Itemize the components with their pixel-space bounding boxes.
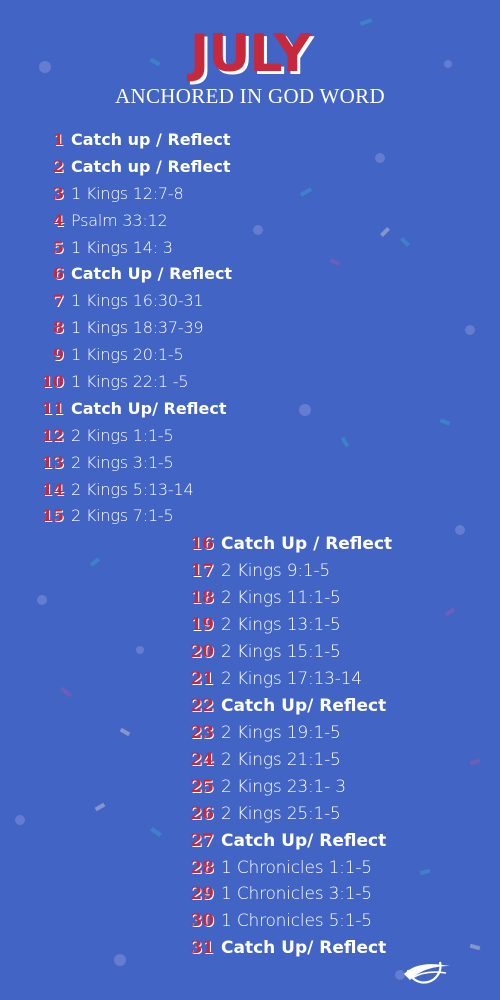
day-reading: Catch up / Reflect: [71, 156, 231, 176]
day-number: 24: [190, 749, 214, 770]
day-number: 30: [190, 911, 214, 932]
day-reading: 1 Kings 20:1-5: [71, 345, 184, 365]
list-item: 29 1 Chronicles 3:1-5: [0, 881, 392, 908]
day-reading: 2 Kings 3:1-5: [71, 452, 174, 472]
day-reading: 1 Kings 22:1 -5: [71, 371, 189, 391]
list-item: 4 Psalm 33:12: [0, 207, 232, 234]
day-reading: 2 Kings 21:1-5: [221, 749, 341, 770]
day-number: 13: [41, 452, 64, 472]
day-number: 1: [52, 129, 64, 149]
day-reading: Catch Up/ Reflect: [71, 398, 227, 418]
list-item: 20 2 Kings 15:1-5: [0, 639, 392, 666]
list-item: 15 2 Kings 7:1-5: [0, 502, 232, 529]
day-number: 20: [190, 642, 214, 663]
day-number: 21: [190, 669, 214, 690]
day-reading: 2 Kings 19:1-5: [221, 722, 341, 743]
list-item: 21 2 Kings 17:13-14: [0, 666, 392, 693]
list-item: 16 Catch Up / Reflect: [0, 531, 392, 558]
day-reading: 2 Kings 15:1-5: [221, 642, 341, 663]
list-item: 17 2 Kings 9:1-5: [0, 558, 392, 585]
day-reading: Catch Up/ Reflect: [221, 938, 387, 959]
list-item: 5 1 Kings 14: 3: [0, 234, 232, 261]
day-reading: Psalm 33:12: [71, 210, 168, 230]
day-number: 23: [190, 722, 214, 743]
day-number: 26: [190, 803, 214, 824]
day-number: 6: [52, 264, 64, 284]
list-item: 12 2 Kings 1:1-5: [0, 422, 232, 449]
day-reading: 2 Kings 17:13-14: [221, 669, 362, 690]
day-number: 22: [190, 695, 214, 716]
reading-list-right: 16 Catch Up / Reflect 17 2 Kings 9:1-5 18 2…: [0, 531, 392, 962]
list-item: 7 1 Kings 16:30-31: [0, 287, 232, 314]
day-reading: 1 Kings 14: 3: [71, 237, 173, 257]
day-number: 11: [41, 398, 64, 418]
list-item: 10 1 Kings 22:1 -5: [0, 368, 232, 395]
day-number: 17: [190, 561, 214, 582]
day-reading: 2 Kings 13:1-5: [221, 615, 341, 636]
day-reading: 1 Chronicles 5:1-5: [221, 911, 372, 932]
list-item: 25 2 Kings 23:1- 3: [0, 773, 392, 800]
day-number: 8: [52, 318, 64, 338]
list-item: 27 Catch Up/ Reflect: [0, 827, 392, 854]
day-number: 9: [52, 345, 64, 365]
day-number: 10: [41, 371, 64, 391]
list-item: 8 1 Kings 18:37-39: [0, 314, 232, 341]
day-number: 27: [190, 830, 214, 851]
list-item: 23 2 Kings 19:1-5: [0, 719, 392, 746]
list-item: 24 2 Kings 21:1-5: [0, 746, 392, 773]
day-number: 19: [190, 615, 214, 636]
list-item: 9 1 Kings 20:1-5: [0, 341, 232, 368]
day-reading: Catch up / Reflect: [71, 129, 231, 149]
list-item: 2 Catch up / Reflect: [0, 153, 232, 180]
list-item: 26 2 Kings 25:1-5: [0, 800, 392, 827]
day-reading: 2 Kings 1:1-5: [71, 425, 174, 445]
day-number: 12: [41, 425, 64, 445]
day-number: 25: [190, 776, 214, 797]
page-subtitle: ANCHORED IN GOD WORD: [115, 84, 385, 108]
list-item: 18 2 Kings 11:1-5: [0, 585, 392, 612]
list-item: 11 Catch Up/ Reflect: [0, 395, 232, 422]
day-reading: Catch Up / Reflect: [221, 534, 393, 555]
day-number: 7: [52, 291, 64, 311]
day-reading: 2 Kings 9:1-5: [221, 561, 331, 582]
day-number: 28: [190, 857, 214, 878]
list-item: 1 Catch up / Reflect: [0, 126, 232, 153]
list-item: 31 Catch Up/ Reflect: [0, 935, 392, 962]
day-reading: Catch Up / Reflect: [71, 264, 233, 284]
day-reading: 2 Kings 5:13-14: [71, 479, 194, 499]
day-reading: 2 Kings 7:1-5: [71, 506, 174, 526]
list-item: 30 1 Chronicles 5:1-5: [0, 908, 392, 935]
list-item: 14 2 Kings 5:13-14: [0, 476, 232, 503]
day-number: 3: [52, 183, 64, 203]
day-reading: 1 Chronicles 1:1-5: [221, 857, 372, 878]
day-reading: 2 Kings 11:1-5: [221, 588, 341, 609]
day-reading: 1 Kings 18:37-39: [71, 318, 204, 338]
list-item: 6 Catch Up / Reflect: [0, 260, 232, 287]
day-number: 4: [52, 210, 64, 230]
list-item: 22 Catch Up/ Reflect: [0, 693, 392, 720]
day-reading: 2 Kings 23:1- 3: [221, 776, 346, 797]
day-number: 2: [52, 156, 64, 176]
day-number: 15: [41, 506, 64, 526]
reading-list-left: 1 Catch up / Reflect 2 Catch up / Reflect …: [0, 126, 232, 529]
day-number: 5: [52, 237, 64, 257]
list-item: 3 1 Kings 12:7-8: [0, 180, 232, 207]
day-number: 18: [190, 588, 214, 609]
day-number: 31: [190, 938, 214, 959]
day-reading: 1 Kings 16:30-31: [71, 291, 204, 311]
day-reading: 1 Kings 12:7-8: [71, 183, 184, 203]
list-item: 13 2 Kings 3:1-5: [0, 449, 232, 476]
list-item: 19 2 Kings 13:1-5: [0, 612, 392, 639]
day-reading: 2 Kings 25:1-5: [221, 803, 341, 824]
day-number: 16: [190, 534, 214, 555]
day-reading: Catch Up/ Reflect: [221, 830, 387, 851]
day-reading: Catch Up/ Reflect: [221, 695, 387, 716]
wave-circle-logo-icon: [404, 961, 450, 984]
day-number: 29: [190, 884, 214, 905]
day-number: 14: [41, 479, 64, 499]
day-reading: 1 Chronicles 3:1-5: [221, 884, 372, 905]
list-item: 28 1 Chronicles 1:1-5: [0, 854, 392, 881]
page-title: JULY: [189, 24, 311, 84]
